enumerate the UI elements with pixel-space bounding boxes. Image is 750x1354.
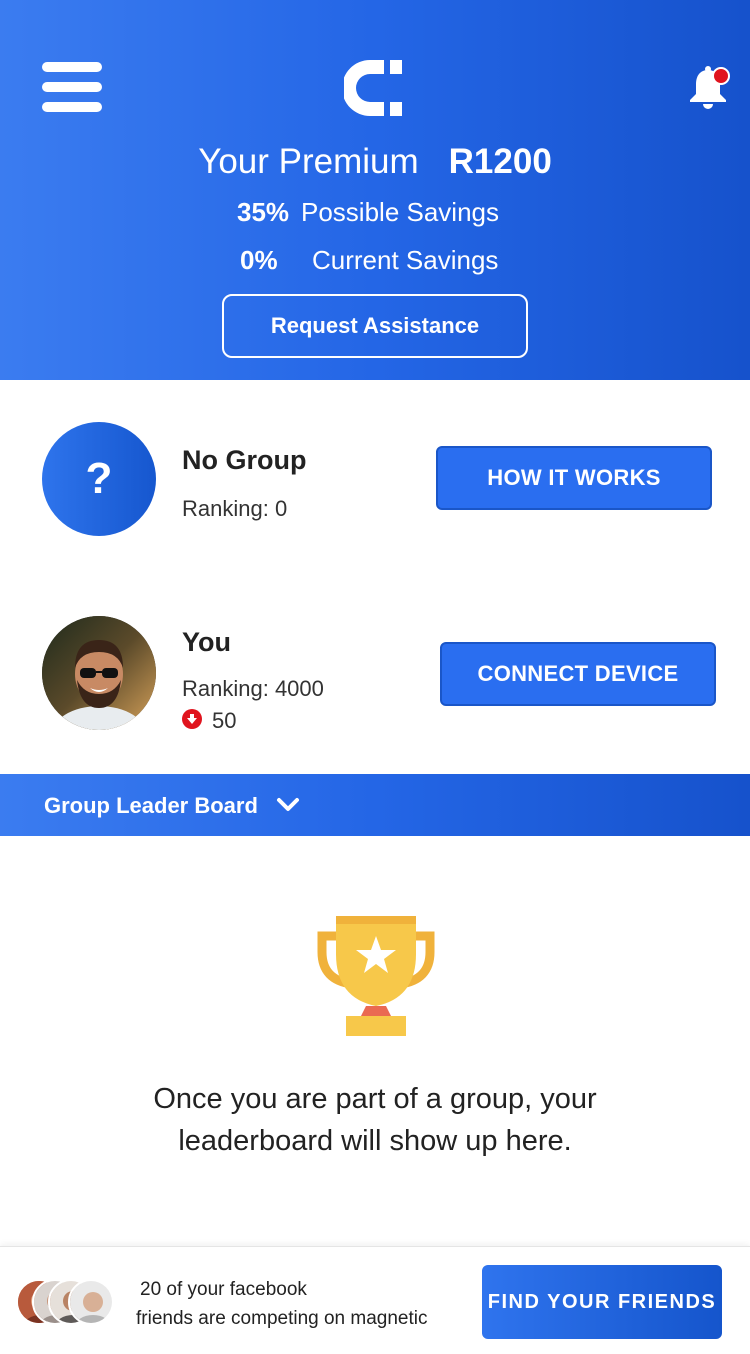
user-ranking: Ranking: 4000 bbox=[182, 676, 324, 701]
premium-summary: Your Premium R1200 bbox=[0, 142, 750, 182]
friend-avatar bbox=[68, 1279, 114, 1325]
menu-button[interactable] bbox=[42, 62, 102, 116]
request-assistance-button[interactable]: Request Assistance bbox=[222, 294, 528, 358]
user-avatar bbox=[42, 616, 156, 730]
leaderboard-toggle[interactable]: Group Leader Board bbox=[0, 774, 750, 836]
leaderboard-title: Group Leader Board bbox=[44, 793, 258, 818]
group-avatar: ? bbox=[42, 422, 156, 536]
user-name: You bbox=[182, 627, 231, 657]
group-name: No Group bbox=[182, 445, 307, 475]
magnet-logo bbox=[344, 60, 402, 116]
current-savings-label: Current Savings bbox=[312, 245, 499, 275]
menu-bar bbox=[42, 62, 102, 72]
friends-competing-text: 20 of your facebook friends are competin… bbox=[136, 1275, 428, 1333]
notification-bell-icon[interactable] bbox=[684, 64, 732, 112]
notification-dot bbox=[712, 67, 730, 85]
menu-bar bbox=[42, 82, 102, 92]
ranking-change: 50 bbox=[212, 708, 237, 733]
trophy-icon bbox=[317, 916, 435, 1036]
arrow-down-icon bbox=[182, 709, 202, 729]
leaderboard-empty-message: Once you are part of a group, your leade… bbox=[153, 1083, 597, 1157]
current-savings-percent: 0% bbox=[240, 245, 278, 275]
possible-savings-percent: 35% bbox=[237, 197, 290, 227]
menu-bar bbox=[42, 102, 102, 112]
premium-label: Your Premium bbox=[198, 142, 419, 181]
possible-savings-label: Possible Savings bbox=[301, 197, 499, 227]
chevron-down-icon bbox=[277, 798, 299, 811]
premium-header: Your Premium R1200 35% Possible Savings 0… bbox=[0, 0, 750, 380]
how-it-works-button[interactable]: HOW IT WORKS bbox=[436, 446, 712, 510]
connect-device-button[interactable]: CONNECT DEVICE bbox=[440, 642, 716, 706]
premium-amount: R1200 bbox=[448, 142, 552, 181]
invite-footer: 20 of your facebook friends are competin… bbox=[0, 1246, 750, 1354]
friends-count-line: 20 of your facebook bbox=[140, 1279, 307, 1300]
friends-competing-line: friends are competing on magnetic bbox=[136, 1308, 428, 1329]
find-your-friends-button[interactable]: FIND YOUR FRIENDS bbox=[482, 1265, 722, 1339]
group-ranking: Ranking: 0 bbox=[182, 496, 288, 521]
